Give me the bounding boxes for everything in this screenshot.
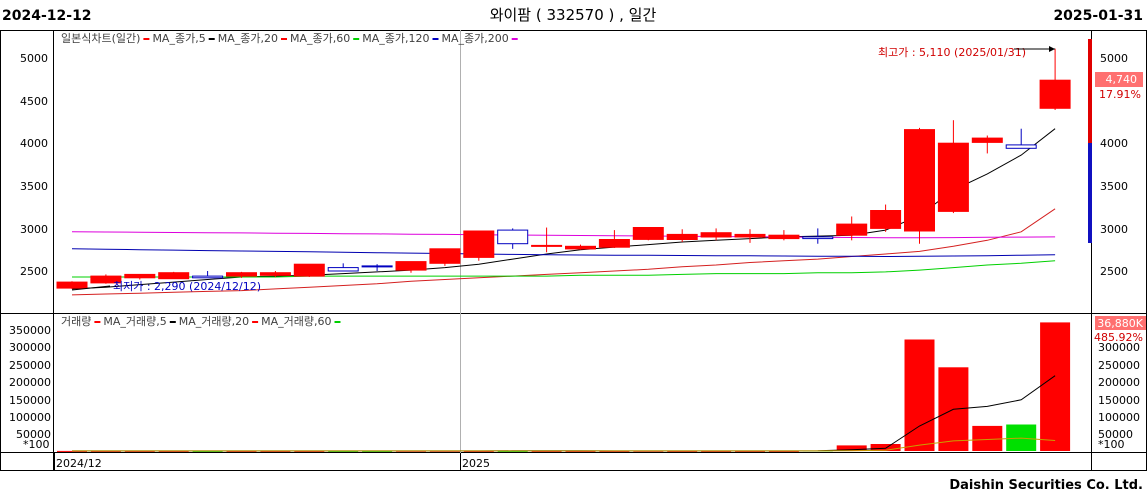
price-tick-label: 4500 — [20, 95, 48, 108]
candle-body — [937, 142, 969, 212]
last-price-value: 4,740 — [1106, 73, 1138, 86]
candle-body — [395, 261, 427, 271]
volume-legend-label: MA_거래량,20 — [179, 315, 249, 328]
volume-tick-label: 100000 — [9, 411, 51, 424]
high-annotation: 최고가 : 5,110 (2025/01/31) — [878, 46, 1026, 59]
volume-legend-label: 거래량 — [61, 315, 91, 328]
candle-body — [700, 232, 732, 238]
price-candles — [56, 48, 1071, 289]
stock-chart: 2024-12-12 와이팜 ( 332570 ) , 일간 2025-01-3… — [0, 6, 1147, 493]
price-legend-label: MA_종가,120 — [362, 32, 429, 45]
company-name: Daishin Securities Co. Ltd. — [949, 478, 1143, 493]
volume-bar — [1040, 322, 1071, 451]
candle-body — [56, 281, 88, 289]
low-annotation: 최저가 : 2,290 (2024/12/12) — [113, 280, 261, 293]
volume-tick-label: 150000 — [9, 394, 51, 407]
start-date: 2024-12-12 — [2, 8, 92, 24]
price-legend-label: MA_종가,5 — [152, 32, 205, 45]
price-range-bar-up — [1088, 39, 1092, 143]
price-tick-label: 5000 — [20, 52, 48, 65]
volume-tick-label: 200000 — [1098, 376, 1140, 389]
volume-unit: *100 — [23, 438, 50, 451]
volume-legend-label: MA_거래량,5 — [103, 315, 166, 328]
x-label-2025: 2025 — [462, 457, 490, 470]
volume-y-ticks-right: 300000 250000 200000 150000 100000 50000… — [1098, 341, 1140, 451]
price-change-pct: 17.91% — [1099, 88, 1141, 101]
volume-unit: *100 — [1098, 438, 1125, 451]
candle-body — [259, 272, 291, 276]
volume-bar — [972, 425, 1003, 451]
candle-body — [192, 275, 224, 279]
volume-bar — [904, 339, 935, 451]
x-label-dec: 2024/12 — [56, 457, 102, 470]
candle-body — [904, 129, 935, 232]
price-range-bar-down — [1088, 143, 1092, 243]
candle-body — [158, 272, 190, 280]
price-legend-label: MA_종가,60 — [290, 32, 350, 45]
candle-body — [497, 229, 529, 245]
end-date: 2025-01-31 — [1053, 8, 1143, 24]
candle-body — [327, 267, 359, 272]
candle-body — [666, 233, 698, 240]
price-legend-swatch — [143, 38, 150, 40]
volume-tick-label: 250000 — [1098, 359, 1140, 372]
volume-legend-swatch — [334, 321, 341, 323]
price-tick-label: 4000 — [1100, 137, 1128, 150]
volume-legend-label: MA_거래량,60 — [261, 315, 331, 328]
candle-body — [565, 245, 596, 250]
volume-tick-label: 250000 — [9, 359, 51, 372]
price-legend-swatch — [511, 38, 518, 40]
price-legend-swatch — [432, 38, 439, 40]
last-volume-value: 36,880K — [1097, 317, 1143, 330]
volume-legend-swatch — [169, 321, 176, 323]
price-tick-label: 2500 — [1100, 265, 1128, 278]
candle-body — [802, 236, 834, 240]
candle-body — [429, 248, 461, 264]
volume-change-pct: 485.92% — [1094, 331, 1143, 344]
candle-body — [226, 272, 257, 277]
candle-body — [870, 210, 902, 229]
price-ma-line-3 — [72, 260, 1056, 278]
price-tick-label: 3000 — [20, 223, 48, 236]
volume-legend-swatch — [252, 321, 259, 323]
candle-body — [598, 239, 630, 248]
high-arrow-head — [1049, 46, 1055, 52]
price-legend-swatch — [281, 38, 287, 40]
volume-bars — [57, 322, 1071, 452]
candle-body — [531, 244, 563, 247]
chart-title: 와이팜 ( 332570 ) , 일간 — [490, 6, 657, 24]
price-legend-label: MA_종가,200 — [441, 32, 508, 45]
candle-body — [768, 234, 800, 240]
price-tick-label: 3500 — [20, 180, 48, 193]
price-tick-label: 4000 — [20, 137, 48, 150]
volume-y-ticks-left: 350000 300000 250000 200000 150000 10000… — [9, 324, 51, 451]
volume-tick-label: 350000 — [9, 324, 51, 337]
price-tick-label: 3500 — [1100, 180, 1128, 193]
volume-tick-label: 200000 — [9, 376, 51, 389]
price-tick-label: 3000 — [1100, 223, 1128, 236]
volume-tick-label: 150000 — [1098, 394, 1140, 407]
candle-body — [463, 230, 495, 258]
volume-tick-label: 300000 — [9, 341, 51, 354]
price-legend-swatch — [353, 38, 360, 40]
candle-body — [1005, 144, 1037, 149]
price-y-ticks-left: 5000 4500 4000 3500 3000 2500 — [20, 52, 48, 278]
price-tick-label: 5000 — [1100, 52, 1128, 65]
candle-body — [971, 137, 1003, 143]
volume-tick-label: 100000 — [1098, 411, 1140, 424]
price-legend-label: MA_종가,20 — [218, 32, 278, 45]
candle-body — [293, 263, 325, 277]
candle-body — [734, 233, 766, 238]
candle-body — [1039, 79, 1071, 109]
price-tick-label: 2500 — [20, 265, 48, 278]
candle-body — [361, 265, 393, 268]
candle-body — [632, 227, 664, 240]
price-ma-line-5 — [71, 231, 1056, 239]
volume-legend-swatch — [94, 321, 101, 323]
candle-body — [836, 223, 868, 236]
price-legend-label: 일본식차트(일간) — [61, 31, 140, 45]
price-legend-swatch — [208, 38, 215, 40]
candle-body — [124, 273, 156, 279]
